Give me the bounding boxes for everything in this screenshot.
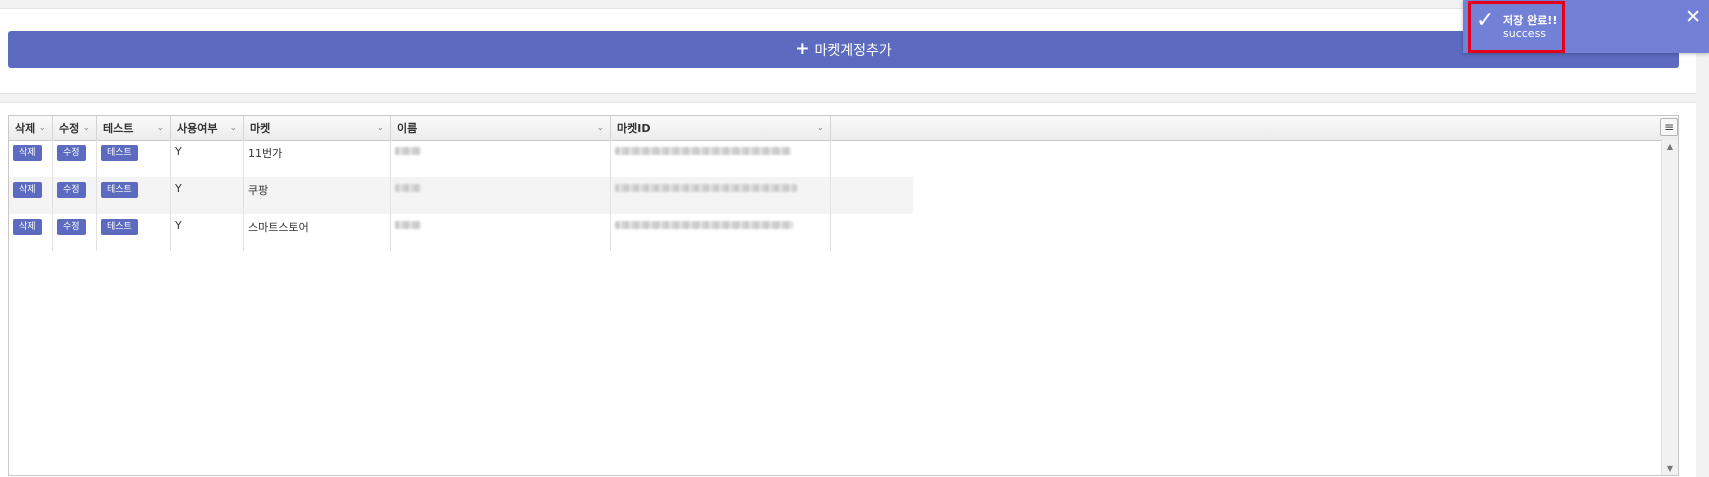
- market-id-redacted: [615, 221, 793, 229]
- column-label: 삭제: [15, 122, 36, 135]
- highlight-box: [1468, 1, 1565, 53]
- delete-button[interactable]: 삭제: [13, 219, 42, 235]
- column-header-delete[interactable]: 삭제 ⌄: [9, 116, 53, 140]
- test-button[interactable]: 테스트: [101, 182, 138, 198]
- table-row: 삭제 수정 테스트 Y 쿠팡: [9, 177, 913, 214]
- column-label: 사용여부: [177, 122, 218, 135]
- vertical-scrollbar[interactable]: ▲ ▼: [1661, 140, 1678, 475]
- edit-button[interactable]: 수정: [57, 182, 86, 198]
- edit-button[interactable]: 수정: [57, 145, 86, 161]
- name-redacted: [395, 221, 421, 229]
- grid-header: 삭제 ⌄ 수정 ⌄ 테스트 ⌄ 사용여부 ⌄ 마켓 ⌄ 이름 ⌄ 마켓ID ⌄ …: [9, 116, 1678, 141]
- column-header-market[interactable]: 마켓 ⌄: [244, 116, 391, 140]
- edit-button[interactable]: 수정: [57, 219, 86, 235]
- column-label: 마켓: [250, 122, 271, 135]
- use-status: Y: [171, 177, 244, 214]
- delete-button[interactable]: 삭제: [13, 145, 42, 161]
- market-name: 쿠팡: [244, 177, 391, 214]
- column-header-test[interactable]: 테스트 ⌄: [97, 116, 171, 140]
- name-redacted: [395, 184, 421, 192]
- add-market-account-label: 마켓계정추가: [814, 42, 892, 59]
- chevron-down-icon[interactable]: ⌄: [38, 123, 46, 133]
- column-label: 이름: [397, 122, 418, 135]
- market-account-grid: 삭제 ⌄ 수정 ⌄ 테스트 ⌄ 사용여부 ⌄ 마켓 ⌄ 이름 ⌄ 마켓ID ⌄ …: [8, 115, 1679, 476]
- scroll-up-icon[interactable]: ▲: [1662, 142, 1678, 151]
- column-label: 수정: [59, 122, 80, 135]
- close-icon[interactable]: ✕: [1685, 6, 1701, 28]
- chevron-down-icon[interactable]: ⌄: [229, 123, 237, 133]
- chevron-down-icon[interactable]: ⌄: [376, 123, 384, 133]
- add-market-account-button[interactable]: + 마켓계정추가: [8, 31, 1679, 68]
- column-header-market-id[interactable]: 마켓ID ⌄: [611, 116, 831, 140]
- grid-menu-icon[interactable]: ≡: [1660, 118, 1678, 136]
- plus-icon: +: [795, 39, 810, 59]
- market-name: 스마트스토어: [244, 214, 391, 251]
- market-id-redacted: [615, 147, 791, 155]
- column-label: 테스트: [103, 122, 134, 135]
- column-label: 마켓ID: [617, 122, 651, 135]
- chevron-down-icon[interactable]: ⌄: [816, 123, 824, 133]
- column-header-use[interactable]: 사용여부 ⌄: [171, 116, 244, 140]
- grid-body: 삭제 수정 테스트 Y 11번가 삭제 수정 테스트 Y 쿠팡 삭제 수정 테스…: [9, 140, 1662, 475]
- market-name: 11번가: [244, 140, 391, 177]
- use-status: Y: [171, 140, 244, 177]
- chevron-down-icon[interactable]: ⌄: [156, 123, 164, 133]
- table-row: 삭제 수정 테스트 Y 11번가: [9, 140, 913, 177]
- use-status: Y: [171, 214, 244, 251]
- table-row: 삭제 수정 테스트 Y 스마트스토어: [9, 214, 913, 251]
- scroll-down-icon[interactable]: ▼: [1662, 464, 1678, 473]
- chevron-down-icon[interactable]: ⌄: [596, 123, 604, 133]
- chevron-down-icon[interactable]: ⌄: [82, 123, 90, 133]
- delete-button[interactable]: 삭제: [13, 182, 42, 198]
- name-redacted: [395, 147, 421, 155]
- market-id-redacted: [615, 184, 797, 192]
- column-header-edit[interactable]: 수정 ⌄: [53, 116, 97, 140]
- test-button[interactable]: 테스트: [101, 219, 138, 235]
- test-button[interactable]: 테스트: [101, 145, 138, 161]
- column-header-name[interactable]: 이름 ⌄: [391, 116, 611, 140]
